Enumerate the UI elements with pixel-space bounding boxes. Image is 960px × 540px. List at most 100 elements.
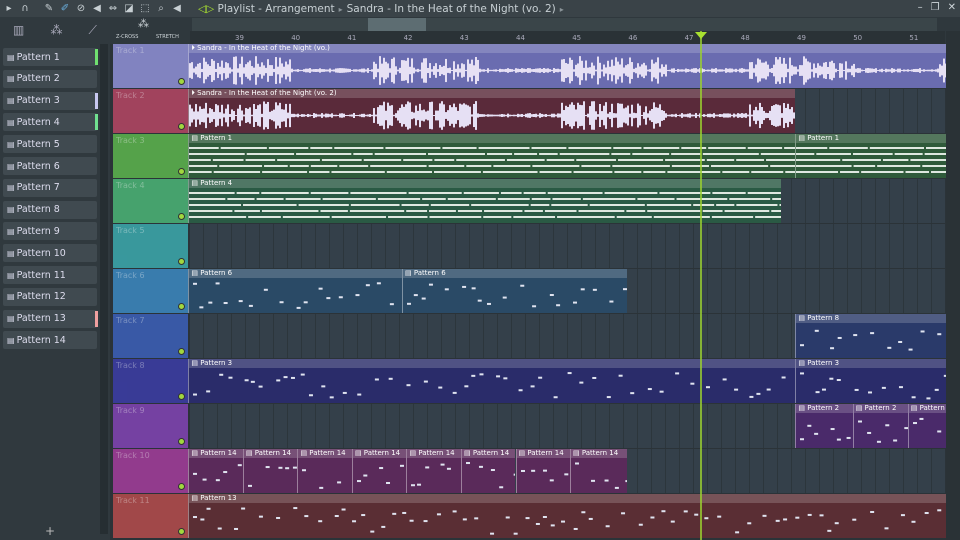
pattern-item[interactable]: ▤ Pattern 7 (3, 178, 97, 197)
track-header[interactable]: Track 4 (113, 179, 188, 223)
minimize-icon[interactable]: – (918, 2, 923, 13)
pattern-scrollbar[interactable] (100, 44, 108, 534)
track-header[interactable]: Track 9 (113, 404, 188, 448)
stretch-label[interactable]: STRETCH (156, 34, 179, 40)
track-enable-led[interactable] (178, 78, 185, 85)
track-header[interactable]: Track 10 (113, 449, 188, 493)
track-lane[interactable]: ▤ Pattern 8 (190, 314, 953, 358)
track-lane[interactable]: ▤ Pattern 14 ▤ Pattern 14 ▤ Pattern 14 ▤ Pa… (188, 449, 945, 493)
piano-icon[interactable]: ▥ (13, 23, 24, 37)
pattern-clip[interactable]: ▤ Pattern 14 (515, 449, 570, 493)
pattern-item[interactable]: ▤ Pattern 9 (3, 222, 97, 241)
pattern-item[interactable]: ▤ Pattern 14 (3, 331, 97, 350)
track-lane[interactable]: ▤ Pattern 4 (188, 179, 945, 223)
pattern-item[interactable]: ▤ Pattern 5 (3, 135, 97, 154)
slip-icon[interactable]: ⇔ (106, 3, 120, 14)
vertical-scrollbar[interactable] (946, 31, 960, 540)
track-enable-led[interactable] (178, 528, 185, 535)
track-header[interactable]: Track 5 (113, 224, 188, 268)
mute-icon[interactable]: ◀ (90, 3, 104, 14)
playback-icon[interactable]: ◀ (170, 3, 184, 14)
pattern-item[interactable]: ▤ Pattern 8 (3, 200, 97, 219)
add-pattern-button[interactable]: + (45, 524, 55, 538)
track-lane[interactable] (190, 224, 945, 268)
track-lane[interactable]: ▤ Pattern 3 ▤ Pattern 3 (188, 359, 953, 403)
close-icon[interactable]: ✕ (948, 2, 956, 13)
delete-icon[interactable]: ⊘ (74, 3, 88, 14)
pattern-clip[interactable]: ▤ Pattern 14 (188, 449, 243, 493)
arrow-icon[interactable]: ▸ (2, 3, 16, 14)
track-header[interactable]: Track 8 (113, 359, 188, 403)
track-enable-led[interactable] (178, 348, 185, 355)
track-lane[interactable]: ▤ Pattern 6 ▤ Pattern 6 (188, 269, 945, 313)
pencil-icon[interactable]: ✎ (42, 3, 56, 14)
zoom-icon[interactable]: ⌕ (154, 3, 168, 14)
audio-clip[interactable]: ⏵ Sandra - In the Heat of the Night (vo.… (188, 89, 796, 133)
pattern-item[interactable]: ▤ Pattern 11 (3, 266, 97, 284)
audio-clip[interactable]: ⏵ Sandra - In the Heat of the Night (vo.… (188, 44, 953, 88)
track-lane[interactable]: ▤ Pattern 1 ▤ Pattern 1 (188, 134, 953, 178)
pattern-item[interactable]: ▤ Pattern 12 (3, 287, 97, 306)
track-enable-led[interactable] (178, 213, 185, 220)
pattern-icon: ▤ (7, 335, 15, 345)
zcross-label[interactable]: Z-CROSS (116, 34, 138, 40)
pattern-icon: ▤ (7, 74, 15, 84)
ruler-tick: 49 (797, 34, 806, 42)
track-enable-led[interactable] (178, 168, 185, 175)
track-enable-led[interactable] (178, 393, 185, 400)
pattern-clip[interactable]: ▤ Pattern 6 (401, 269, 627, 313)
playhead[interactable] (699, 31, 702, 540)
track-enable-led[interactable] (178, 438, 185, 445)
track-lane[interactable]: ▤ Pattern 13 (188, 494, 953, 538)
pattern-clip[interactable]: ▤ Pattern 14 (460, 449, 516, 493)
pattern-clip[interactable]: ▤ Pattern 14 (297, 449, 352, 493)
track-header[interactable]: Track 7 (113, 314, 188, 358)
pattern-item[interactable]: ▤ Pattern 6 (3, 157, 97, 175)
pattern-clip[interactable]: ▤ Pattern 14 (406, 449, 461, 493)
track-enable-led[interactable] (178, 483, 185, 490)
track-enable-led[interactable] (178, 303, 185, 310)
pattern-item[interactable]: ▤ Pattern 2 (3, 69, 97, 88)
pattern-icon: ▤ (7, 117, 15, 127)
track-lane[interactable]: ⏵ Sandra - In the Heat of the Night (vo.… (188, 89, 945, 133)
pattern-clip[interactable]: ▤ Pattern 3 (188, 359, 796, 403)
pattern-clip[interactable]: ▤ Pattern 2 (795, 404, 853, 448)
track-enable-led[interactable] (178, 258, 185, 265)
overview-scrollbar[interactable] (192, 18, 937, 31)
pattern-clip[interactable]: ▤ Pattern 8 (795, 314, 953, 358)
restore-icon[interactable]: ❐ (931, 2, 940, 13)
pattern-clip[interactable]: ▤ Pattern 1 (188, 134, 796, 178)
pattern-item[interactable]: ▤ Pattern 1 (3, 48, 98, 66)
track-header[interactable]: Track 6 (113, 269, 188, 313)
timeline-ruler[interactable]: 39 40 41 42 43 44 45 46 47 48 49 50 51 (190, 31, 945, 44)
pattern-item[interactable]: ▤ Pattern 13 (3, 309, 98, 328)
pattern-clip[interactable]: ▤ Pattern 1 (795, 134, 953, 178)
pattern-clip[interactable]: ▤ Pattern 14 (570, 449, 627, 493)
track-header[interactable]: Track 2 (113, 89, 188, 133)
track-header[interactable]: Track 1 (113, 44, 188, 88)
pattern-icon: ▤ (7, 226, 15, 236)
pattern-clip[interactable]: ▤ Pattern 6 (188, 269, 402, 313)
pattern-item[interactable]: ▤ Pattern 4 (3, 113, 98, 132)
pattern-clip[interactable]: ▤ Pattern 3 (795, 359, 953, 403)
select-icon[interactable]: ⬚ (138, 3, 152, 14)
playhead-marker[interactable] (694, 32, 707, 39)
brush-icon[interactable]: ✐ (58, 3, 72, 14)
track-header[interactable]: Track 11 (113, 494, 188, 538)
track-lane[interactable]: ▤ Pattern 2 ▤ Pattern 2 ▤ Pattern 2 (190, 404, 953, 448)
track-enable-led[interactable] (178, 123, 185, 130)
pattern-item[interactable]: ▤ Pattern 3 (3, 91, 98, 110)
pattern-clip[interactable]: ▤ Pattern 4 (188, 179, 782, 223)
automation-icon[interactable]: ⟋ (89, 23, 97, 38)
track-lane[interactable]: ⏵ Sandra - In the Heat of the Night (vo.… (188, 44, 953, 88)
slice-icon[interactable]: ◪ (122, 3, 136, 14)
pattern-clip[interactable]: ▤ Pattern 13 (188, 494, 953, 538)
pattern-clip[interactable]: ▤ Pattern 2 (852, 404, 908, 448)
magnet-icon[interactable]: ∩ (18, 3, 32, 14)
pattern-clip[interactable]: ▤ Pattern 14 (242, 449, 298, 493)
pattern-item[interactable]: ▤ Pattern 10 (3, 244, 97, 263)
audio-icon[interactable]: ⁂ (50, 23, 62, 37)
audio-clip-icon[interactable]: ⁂ (138, 17, 149, 30)
track-header[interactable]: Track 3 (113, 134, 188, 178)
pattern-clip[interactable]: ▤ Pattern 14 (351, 449, 407, 493)
